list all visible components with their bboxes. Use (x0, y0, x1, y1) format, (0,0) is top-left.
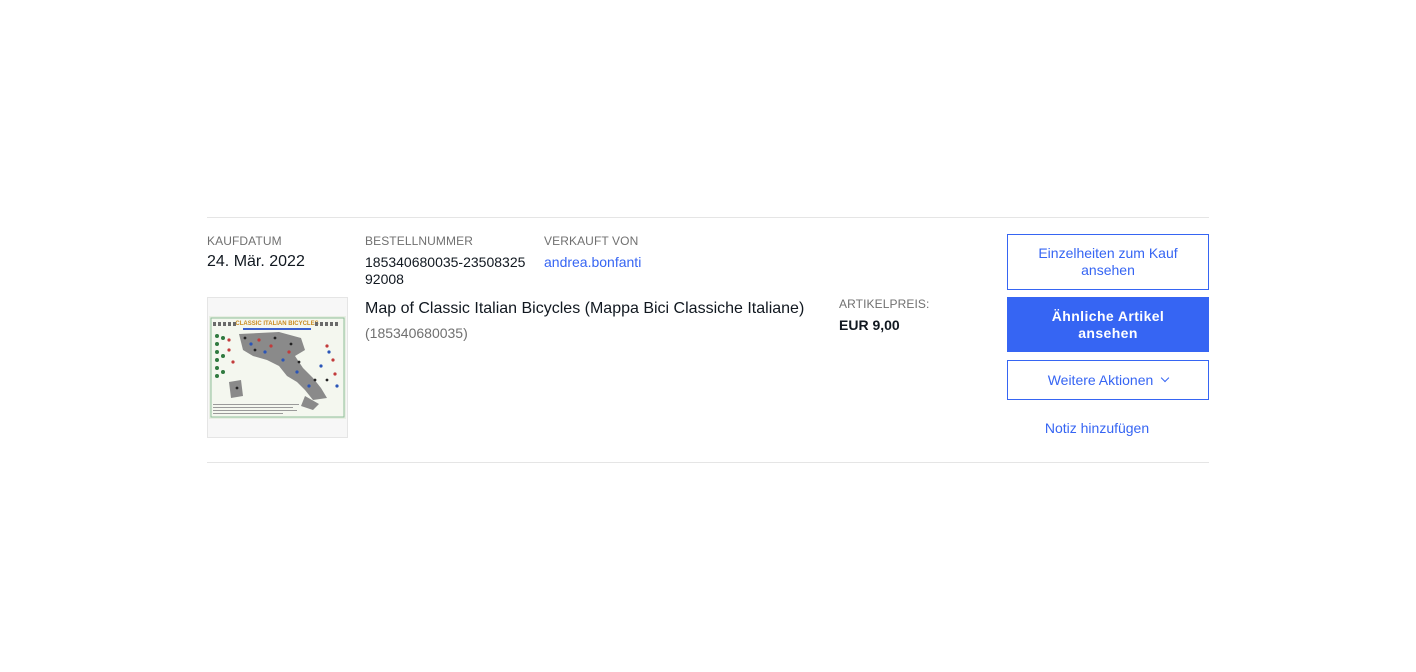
purchase-date-label: KAUFDATUM (207, 234, 282, 248)
thumbnail-heading: CLASSIC ITALIAN BICYCLES (235, 321, 318, 327)
view-order-details-label: Einzelheiten zum Kauf ansehen (1038, 245, 1178, 278)
more-actions-button[interactable]: Weitere Aktionen (1007, 360, 1209, 400)
item-id: (185340680035) (365, 325, 468, 341)
order-number-label: BESTELLNUMMER (365, 234, 473, 248)
chevron-down-icon (1161, 373, 1170, 383)
seller-label: VERKAUFT VON (544, 234, 639, 248)
more-actions-label: Weitere Aktionen (1047, 371, 1154, 388)
seller-link[interactable]: andrea.bonfanti (544, 254, 641, 270)
item-thumbnail[interactable]: CLASSIC ITALIAN BICYCLES (207, 297, 348, 438)
price-value: EUR 9,00 (839, 317, 900, 333)
add-note-link[interactable]: Notiz hinzufügen (1007, 420, 1187, 436)
order-number: 185340680035-2350832592008 (365, 254, 526, 287)
item-title[interactable]: Map of Classic Italian Bicycles (Mappa B… (365, 300, 804, 318)
view-similar-items-button[interactable]: Ähnliche Artikel ansehen (1007, 297, 1209, 352)
view-order-details-button[interactable]: Einzelheiten zum Kauf ansehen (1007, 234, 1209, 290)
price-label: ARTIKELPREIS: (839, 297, 930, 311)
order-card: KAUFDATUM 24. Mär. 2022 BESTELLNUMMER 18… (207, 217, 1209, 463)
view-similar-items-label: Ähnliche Artikel ansehen (1051, 307, 1165, 341)
purchase-date: 24. Mär. 2022 (207, 253, 305, 270)
bicycle-map-image: CLASSIC ITALIAN BICYCLES (209, 316, 346, 419)
